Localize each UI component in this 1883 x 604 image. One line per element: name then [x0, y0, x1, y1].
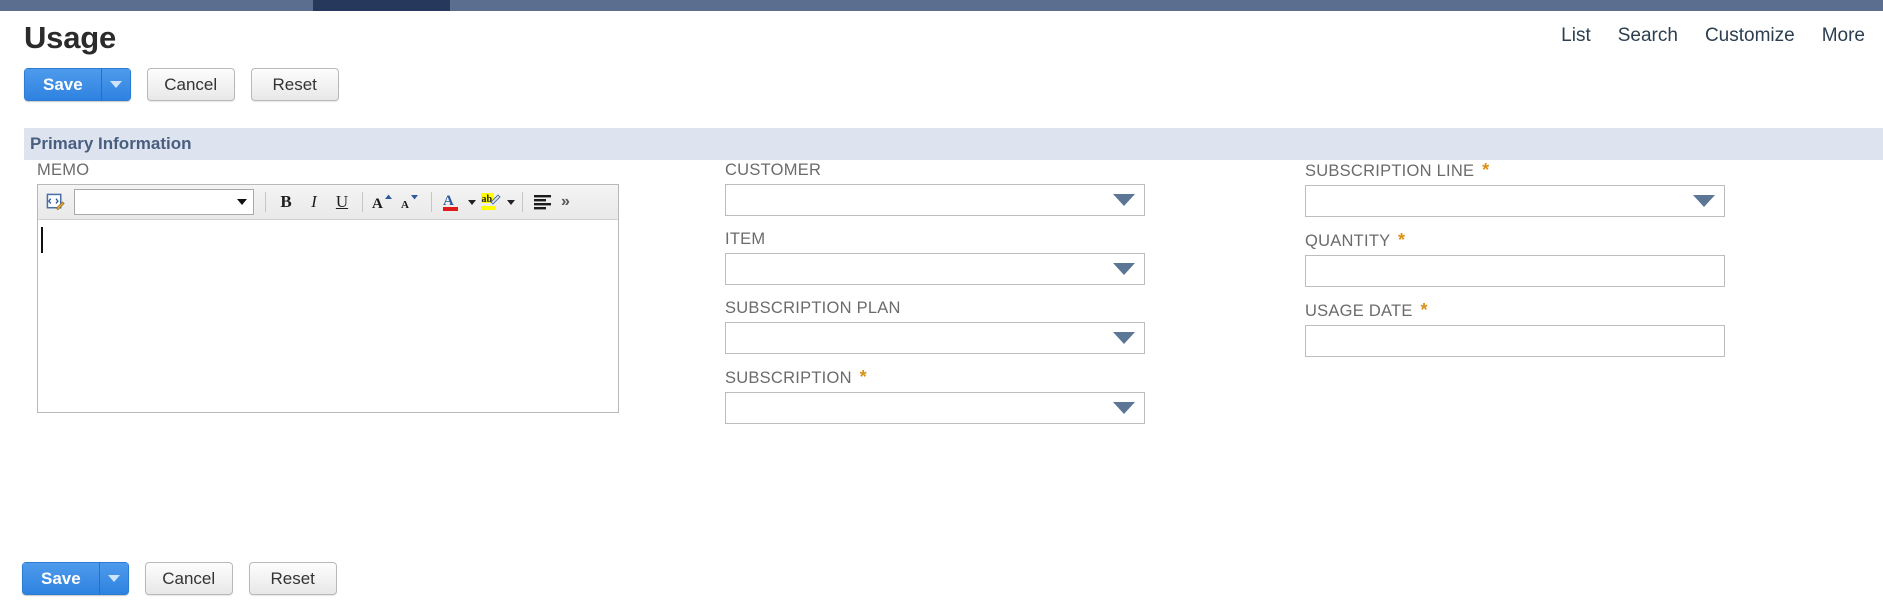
subscription-plan-label-text: SUBSCRIPTION PLAN — [725, 299, 901, 317]
field-subscription: SUBSCRIPTION * — [725, 367, 1145, 424]
required-marker: * — [1420, 300, 1428, 320]
memo-style-select[interactable] — [74, 189, 254, 215]
highlight-color-dropdown-icon[interactable] — [507, 199, 515, 205]
memo-toolbar: B I U A A A ab » — [38, 185, 618, 220]
subscription-dropdown-icon[interactable] — [1113, 402, 1135, 414]
required-marker: * — [1397, 230, 1406, 250]
save-button-top[interactable]: Save — [24, 68, 101, 101]
field-subscription-plan: SUBSCRIPTION PLAN — [725, 298, 1145, 354]
double-chevron-right-icon[interactable]: » — [558, 193, 573, 211]
toolbar-separator-2 — [362, 192, 363, 212]
text-color-dropdown-icon[interactable] — [468, 199, 476, 205]
save-dropdown-toggle-bottom[interactable] — [98, 562, 129, 595]
html-source-edit-icon-svg — [46, 193, 65, 210]
page-header: Usage List Search Customize More Save Ca… — [0, 11, 1883, 116]
save-button-bottom[interactable]: Save — [22, 562, 99, 595]
quantity-input[interactable] — [1305, 255, 1725, 287]
customer-label: CUSTOMER — [725, 160, 1145, 180]
reset-button-top[interactable]: Reset — [250, 68, 339, 101]
active-tab-indicator[interactable] — [313, 0, 450, 11]
memo-label: MEMO — [37, 161, 90, 179]
field-customer: CUSTOMER — [725, 160, 1145, 216]
subscription-line-input[interactable] — [1305, 185, 1725, 217]
quantity-label: QUANTITY * — [1305, 230, 1725, 251]
form-body: MEMO B I U A A A ab » CUSTOMER ITEM SUBS… — [0, 160, 1883, 540]
highlight-color-icon-svg: ab — [481, 193, 501, 210]
html-source-edit-icon[interactable] — [42, 189, 68, 216]
save-split-button-bottom[interactable]: Save — [22, 562, 129, 595]
caret-down-icon — [109, 81, 122, 88]
shrink-font-icon-svg: A — [401, 195, 418, 211]
toolbar-separator-1 — [265, 192, 266, 212]
text-color-icon-svg: A — [443, 193, 458, 211]
svg-text:A: A — [443, 193, 454, 209]
svg-text:ab: ab — [482, 194, 493, 205]
subscription-line-dropdown-icon[interactable] — [1693, 195, 1715, 207]
toolbar-separator-4 — [522, 192, 523, 212]
middle-field-column: CUSTOMER ITEM SUBSCRIPTION PLAN SUBSCRIP… — [725, 160, 1145, 437]
svg-text:A: A — [372, 196, 383, 212]
subscription-line-label: SUBSCRIPTION LINE * — [1305, 160, 1725, 181]
primary-action-bar-top: Save Cancel Reset — [24, 68, 339, 101]
customer-dropdown-icon[interactable] — [1113, 194, 1135, 206]
required-marker: * — [859, 367, 867, 387]
subscription-plan-dropdown-icon[interactable] — [1113, 332, 1135, 344]
reset-button-bottom[interactable]: Reset — [248, 562, 337, 595]
underline-button[interactable]: U — [329, 189, 355, 216]
italic-button[interactable]: I — [301, 189, 327, 216]
caret-down-icon — [107, 575, 120, 582]
save-split-button-top[interactable]: Save — [24, 68, 131, 101]
text-caret — [41, 227, 43, 253]
save-dropdown-toggle-top[interactable] — [100, 68, 131, 101]
memo-editor-body[interactable] — [38, 220, 618, 412]
subscription-input[interactable] — [725, 392, 1145, 424]
subscription-label-text: SUBSCRIPTION — [725, 369, 852, 387]
field-subscription-line: SUBSCRIPTION LINE * — [1305, 160, 1725, 217]
toolbar-separator-3 — [431, 192, 432, 212]
memo-column: MEMO B I U A A A ab » — [37, 160, 727, 413]
bold-button[interactable]: B — [273, 189, 299, 216]
header-link-customize[interactable]: Customize — [1705, 25, 1795, 47]
primary-action-bar-bottom: Save Cancel Reset — [22, 562, 337, 595]
grow-font-icon-svg: A — [372, 194, 392, 212]
align-justify-icon-svg — [534, 195, 551, 210]
header-link-more[interactable]: More — [1822, 25, 1865, 47]
quantity-label-text: QUANTITY — [1305, 232, 1391, 250]
cancel-button-top[interactable]: Cancel — [146, 68, 235, 101]
text-color-icon[interactable]: A — [439, 189, 465, 216]
field-usage-date: USAGE DATE * — [1305, 300, 1725, 357]
memo-rich-text-editor[interactable]: B I U A A A ab » — [37, 184, 619, 413]
customer-label-text: CUSTOMER — [725, 161, 822, 179]
required-marker: * — [1482, 160, 1490, 180]
customer-input[interactable] — [725, 184, 1145, 216]
item-label-text: ITEM — [725, 230, 766, 248]
grow-font-icon[interactable]: A — [370, 189, 396, 216]
cancel-button-bottom[interactable]: Cancel — [144, 562, 233, 595]
highlight-color-icon[interactable]: ab — [478, 189, 504, 216]
primary-information-section-header: Primary Information — [24, 128, 1883, 160]
header-links: List Search Customize More — [1561, 25, 1865, 47]
align-justify-icon[interactable] — [530, 189, 556, 216]
right-field-column: SUBSCRIPTION LINE * QUANTITY * USAGE DAT… — [1305, 160, 1725, 370]
field-quantity: QUANTITY * — [1305, 230, 1725, 287]
usage-date-input[interactable] — [1305, 325, 1725, 357]
usage-date-label: USAGE DATE * — [1305, 300, 1725, 321]
header-link-search[interactable]: Search — [1618, 25, 1678, 47]
page-title: Usage — [24, 20, 117, 55]
item-dropdown-icon[interactable] — [1113, 263, 1135, 275]
shrink-font-icon[interactable]: A — [398, 189, 424, 216]
usage-date-label-text: USAGE DATE — [1305, 302, 1413, 320]
item-label: ITEM — [725, 229, 1145, 249]
subscription-plan-input[interactable] — [725, 322, 1145, 354]
svg-text:A: A — [401, 199, 409, 211]
section-title: Primary Information — [30, 134, 192, 153]
subscription-label: SUBSCRIPTION * — [725, 367, 1145, 388]
browser-chrome-bar — [0, 0, 1883, 11]
field-item: ITEM — [725, 229, 1145, 285]
chevron-down-icon — [237, 199, 247, 205]
item-input[interactable] — [725, 253, 1145, 285]
subscription-plan-label: SUBSCRIPTION PLAN — [725, 298, 1145, 318]
header-link-list[interactable]: List — [1561, 25, 1591, 47]
subscription-line-label-text: SUBSCRIPTION LINE — [1305, 162, 1475, 180]
